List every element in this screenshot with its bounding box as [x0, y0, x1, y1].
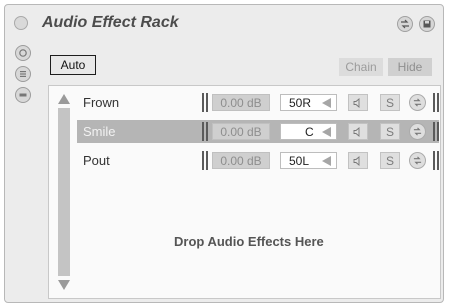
macro-icon[interactable] — [15, 45, 31, 61]
chain-pan-field[interactable]: 50R — [280, 94, 337, 111]
scroll-up-arrow-icon[interactable] — [58, 94, 70, 104]
pan-indicator-icon — [322, 127, 331, 137]
drag-handle-icon[interactable] — [202, 151, 208, 170]
drag-handle-icon[interactable] — [433, 151, 439, 170]
mute-button[interactable] — [348, 94, 368, 111]
pan-value: 50L — [289, 154, 310, 168]
rack-title: Audio Effect Rack — [42, 14, 179, 31]
chain-hot-swap-icon[interactable] — [409, 152, 426, 169]
scroll-down-arrow-icon[interactable] — [58, 280, 70, 290]
pan-indicator-icon — [322, 98, 331, 108]
chain-row[interactable]: Frown 0.00 dB 50R S — [77, 91, 439, 114]
drag-handle-icon[interactable] — [433, 122, 439, 141]
pan-value: 50R — [289, 96, 312, 110]
scroll-track[interactable] — [58, 108, 70, 276]
chain-scrollbar[interactable] — [55, 92, 73, 292]
chain-hot-swap-icon[interactable] — [409, 123, 426, 140]
drag-handle-icon[interactable] — [202, 93, 208, 112]
devices-icon[interactable] — [15, 87, 31, 103]
save-preset-icon[interactable] — [419, 16, 435, 32]
chain-volume-field[interactable]: 0.00 dB — [212, 152, 270, 169]
hot-swap-icon[interactable] — [397, 16, 413, 32]
power-icon[interactable] — [14, 16, 28, 30]
mute-button[interactable] — [348, 123, 368, 140]
chain-volume-field[interactable]: 0.00 dB — [212, 94, 270, 111]
hide-button[interactable]: Hide — [388, 58, 432, 76]
chain-list-icon[interactable] — [15, 66, 31, 82]
chain-hot-swap-icon[interactable] — [409, 94, 426, 111]
drag-handle-icon[interactable] — [433, 93, 439, 112]
chain-name: Frown — [83, 95, 120, 110]
pan-value: C — [305, 125, 314, 139]
chain-name: Pout — [83, 153, 110, 168]
chain-row[interactable]: Smile 0.00 dB C S — [77, 120, 439, 143]
drop-zone-text[interactable]: Drop Audio Effects Here — [174, 234, 324, 249]
auto-select-button[interactable]: Auto — [50, 55, 96, 75]
pan-indicator-icon — [322, 156, 331, 166]
chain-name: Smile — [83, 124, 116, 139]
audio-effect-rack: Audio Effect Rack Auto Chain Hide Frown … — [4, 4, 444, 303]
speaker-icon — [353, 126, 360, 137]
chain-volume-field[interactable]: 0.00 dB — [212, 123, 270, 140]
solo-button[interactable]: S — [380, 123, 400, 140]
solo-button[interactable]: S — [380, 94, 400, 111]
chain-row[interactable]: Pout 0.00 dB 50L S — [77, 149, 439, 172]
mute-button[interactable] — [348, 152, 368, 169]
speaker-icon — [353, 155, 360, 166]
title-bar: Audio Effect Rack — [5, 5, 443, 39]
chain-pan-field[interactable]: 50L — [280, 152, 337, 169]
solo-button[interactable]: S — [380, 152, 400, 169]
drag-handle-icon[interactable] — [202, 122, 208, 141]
chain-pan-field[interactable]: C — [280, 123, 337, 140]
chain-list-panel: Frown 0.00 dB 50R S Smile 0.00 dB C S Po… — [48, 85, 441, 299]
speaker-icon — [353, 97, 360, 108]
chain-button[interactable]: Chain — [339, 58, 383, 76]
